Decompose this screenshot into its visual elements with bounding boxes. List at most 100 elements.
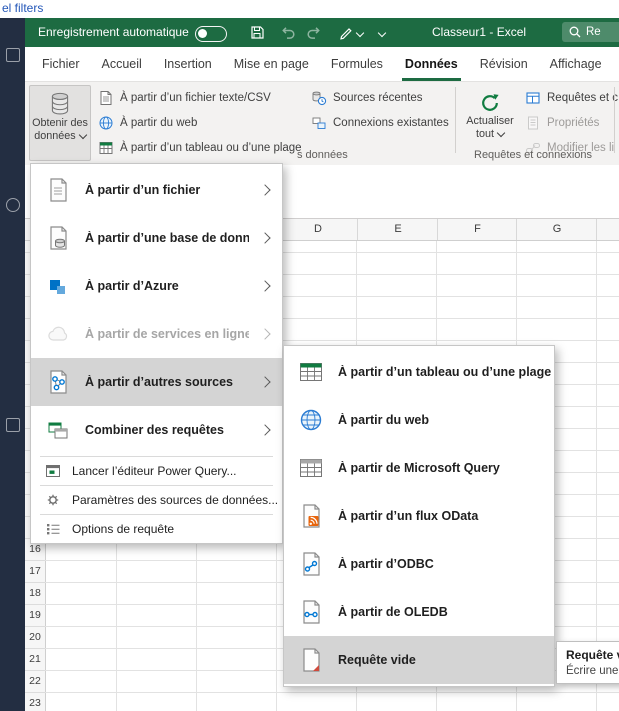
chevron-down-icon: [497, 129, 505, 137]
autosave-toggle[interactable]: [195, 26, 227, 42]
tooltip: Requête v Écrire une: [556, 641, 619, 684]
qat-chevron-down-icon[interactable]: [378, 29, 386, 37]
column-header-d[interactable]: D: [277, 219, 358, 240]
label: Connexions existantes: [333, 117, 449, 129]
background-app-icon[interactable]: [6, 418, 20, 432]
tab-fichier[interactable]: Fichier: [31, 47, 91, 81]
background-top-strip: el filters: [0, 0, 619, 18]
menu-item-query-options[interactable]: Options de requête: [31, 517, 282, 541]
menu-item-from-other-sources[interactable]: À partir d’autres sources: [31, 358, 282, 406]
menu-item-combine-queries[interactable]: Combiner des requêtes: [31, 406, 282, 454]
globe-icon: [98, 115, 114, 131]
from-web-button[interactable]: À partir du web: [95, 111, 305, 134]
menu-item-from-online-services[interactable]: À partir de services en ligne: [31, 310, 282, 358]
chevron-down-icon: [78, 131, 86, 139]
menu-separator: [40, 456, 273, 457]
label: Propriétés: [547, 117, 599, 129]
row-header[interactable]: 23: [25, 692, 45, 711]
file-csv-icon: [98, 90, 114, 106]
ms-query-icon: [296, 454, 326, 482]
label: À partir d’un fichier texte/CSV: [120, 92, 271, 104]
column-header-partial[interactable]: [596, 219, 619, 240]
undo-icon: [279, 24, 295, 40]
submenu-arrow-icon: [259, 232, 270, 243]
background-app-icon[interactable]: [6, 198, 20, 212]
submenu-arrow-icon: [259, 376, 270, 387]
tab-accueil[interactable]: Accueil: [91, 47, 153, 81]
redo-icon: [307, 24, 323, 40]
get-data-label-line1: Obtenir des: [32, 117, 88, 130]
menu-separator: [40, 485, 273, 486]
submenu-item-from-microsoft-query[interactable]: À partir de Microsoft Query: [284, 444, 554, 492]
label: À partir d’Azure: [85, 279, 249, 293]
row-header[interactable]: 18: [25, 582, 45, 604]
background-app-icon[interactable]: [6, 48, 20, 62]
power-query-icon: [44, 462, 62, 480]
file-icon: [43, 176, 73, 204]
submenu-item-from-table-range[interactable]: À partir d’un tableau ou d’une plage: [284, 348, 554, 396]
label: À partir de OLEDB: [338, 605, 554, 619]
label: Paramètres des sources de données...: [72, 493, 278, 507]
get-data-button[interactable]: Obtenir des données: [29, 85, 91, 161]
ribbon: Obtenir des données À partir d’un fichie…: [25, 82, 619, 166]
submenu-item-from-odbc[interactable]: À partir d’ODBC: [284, 540, 554, 588]
label: Requête vide: [338, 653, 554, 667]
group-separator: [455, 87, 456, 153]
tab-revision[interactable]: Révision: [469, 47, 539, 81]
recent-sources-icon: [311, 90, 327, 106]
existing-connections-button[interactable]: Connexions existantes: [308, 111, 452, 134]
label: Combiner des requêtes: [85, 423, 249, 437]
combine-icon: [43, 416, 73, 444]
label: À partir du web: [338, 413, 554, 427]
label: Requêtes et c: [547, 92, 618, 104]
menu-item-from-file[interactable]: À partir d’un fichier: [31, 166, 282, 214]
submenu-item-from-oledb[interactable]: À partir de OLEDB: [284, 588, 554, 636]
search-icon: [568, 25, 582, 39]
column-header-f[interactable]: F: [437, 219, 517, 240]
tab-donnees[interactable]: Données: [394, 47, 469, 81]
tab-formules[interactable]: Formules: [320, 47, 394, 81]
column-header-e[interactable]: E: [357, 219, 438, 240]
odbc-icon: [296, 550, 326, 578]
search-box[interactable]: Re: [562, 22, 619, 42]
from-table-range-button[interactable]: À partir d’un tableau ou d’une plage: [95, 136, 305, 159]
tooltip-title: Requête v: [566, 648, 619, 662]
recent-sources-button[interactable]: Sources récentes: [308, 86, 452, 109]
queries-connections-button[interactable]: Requêtes et c: [522, 86, 619, 109]
row-header[interactable]: 17: [25, 560, 45, 582]
row-header[interactable]: 22: [25, 670, 45, 692]
pen-chevron-down-icon[interactable]: [356, 29, 364, 37]
submenu-item-from-odata[interactable]: À partir d’un flux OData: [284, 492, 554, 540]
background-link[interactable]: el filters: [2, 1, 43, 15]
table-range-icon: [98, 140, 114, 156]
row-header[interactable]: 19: [25, 604, 45, 626]
pen-button[interactable]: [337, 24, 353, 40]
label: À partir d’un tableau ou d’une plage: [120, 142, 302, 154]
redo-button[interactable]: [307, 24, 323, 40]
menu-item-from-database[interactable]: À partir d’une base de données: [31, 214, 282, 262]
menu-item-data-source-settings[interactable]: Paramètres des sources de données...: [31, 488, 282, 512]
submenu-item-blank-query[interactable]: Requête vide: [284, 636, 554, 684]
column-header-g[interactable]: G: [516, 219, 597, 240]
properties-button[interactable]: Propriétés: [522, 111, 619, 134]
tab-insertion[interactable]: Insertion: [153, 47, 223, 81]
row-header[interactable]: 21: [25, 648, 45, 670]
nodes-icon: [43, 368, 73, 396]
submenu-arrow-icon: [259, 424, 270, 435]
label: À partir d’un fichier: [85, 183, 249, 197]
menu-item-launch-power-query[interactable]: Lancer l’éditeur Power Query...: [31, 459, 282, 483]
submenu-item-from-web[interactable]: À partir du web: [284, 396, 554, 444]
menu-item-from-azure[interactable]: À partir d’Azure: [31, 262, 282, 310]
tab-mise-en-page[interactable]: Mise en page: [223, 47, 320, 81]
autosave-label: Enregistrement automatique: [38, 18, 189, 47]
row-header[interactable]: 20: [25, 626, 45, 648]
from-text-csv-button[interactable]: À partir d’un fichier texte/CSV: [95, 86, 305, 109]
tab-affichage[interactable]: Affichage: [539, 47, 613, 81]
label: Sources récentes: [333, 92, 423, 104]
refresh-label-line2: tout: [476, 128, 504, 141]
save-button[interactable]: [249, 24, 265, 40]
background-app-sidebar: [0, 18, 25, 711]
label: À partir de services en ligne: [85, 327, 249, 341]
queries-table-icon: [525, 90, 541, 106]
undo-button[interactable]: [279, 24, 295, 40]
